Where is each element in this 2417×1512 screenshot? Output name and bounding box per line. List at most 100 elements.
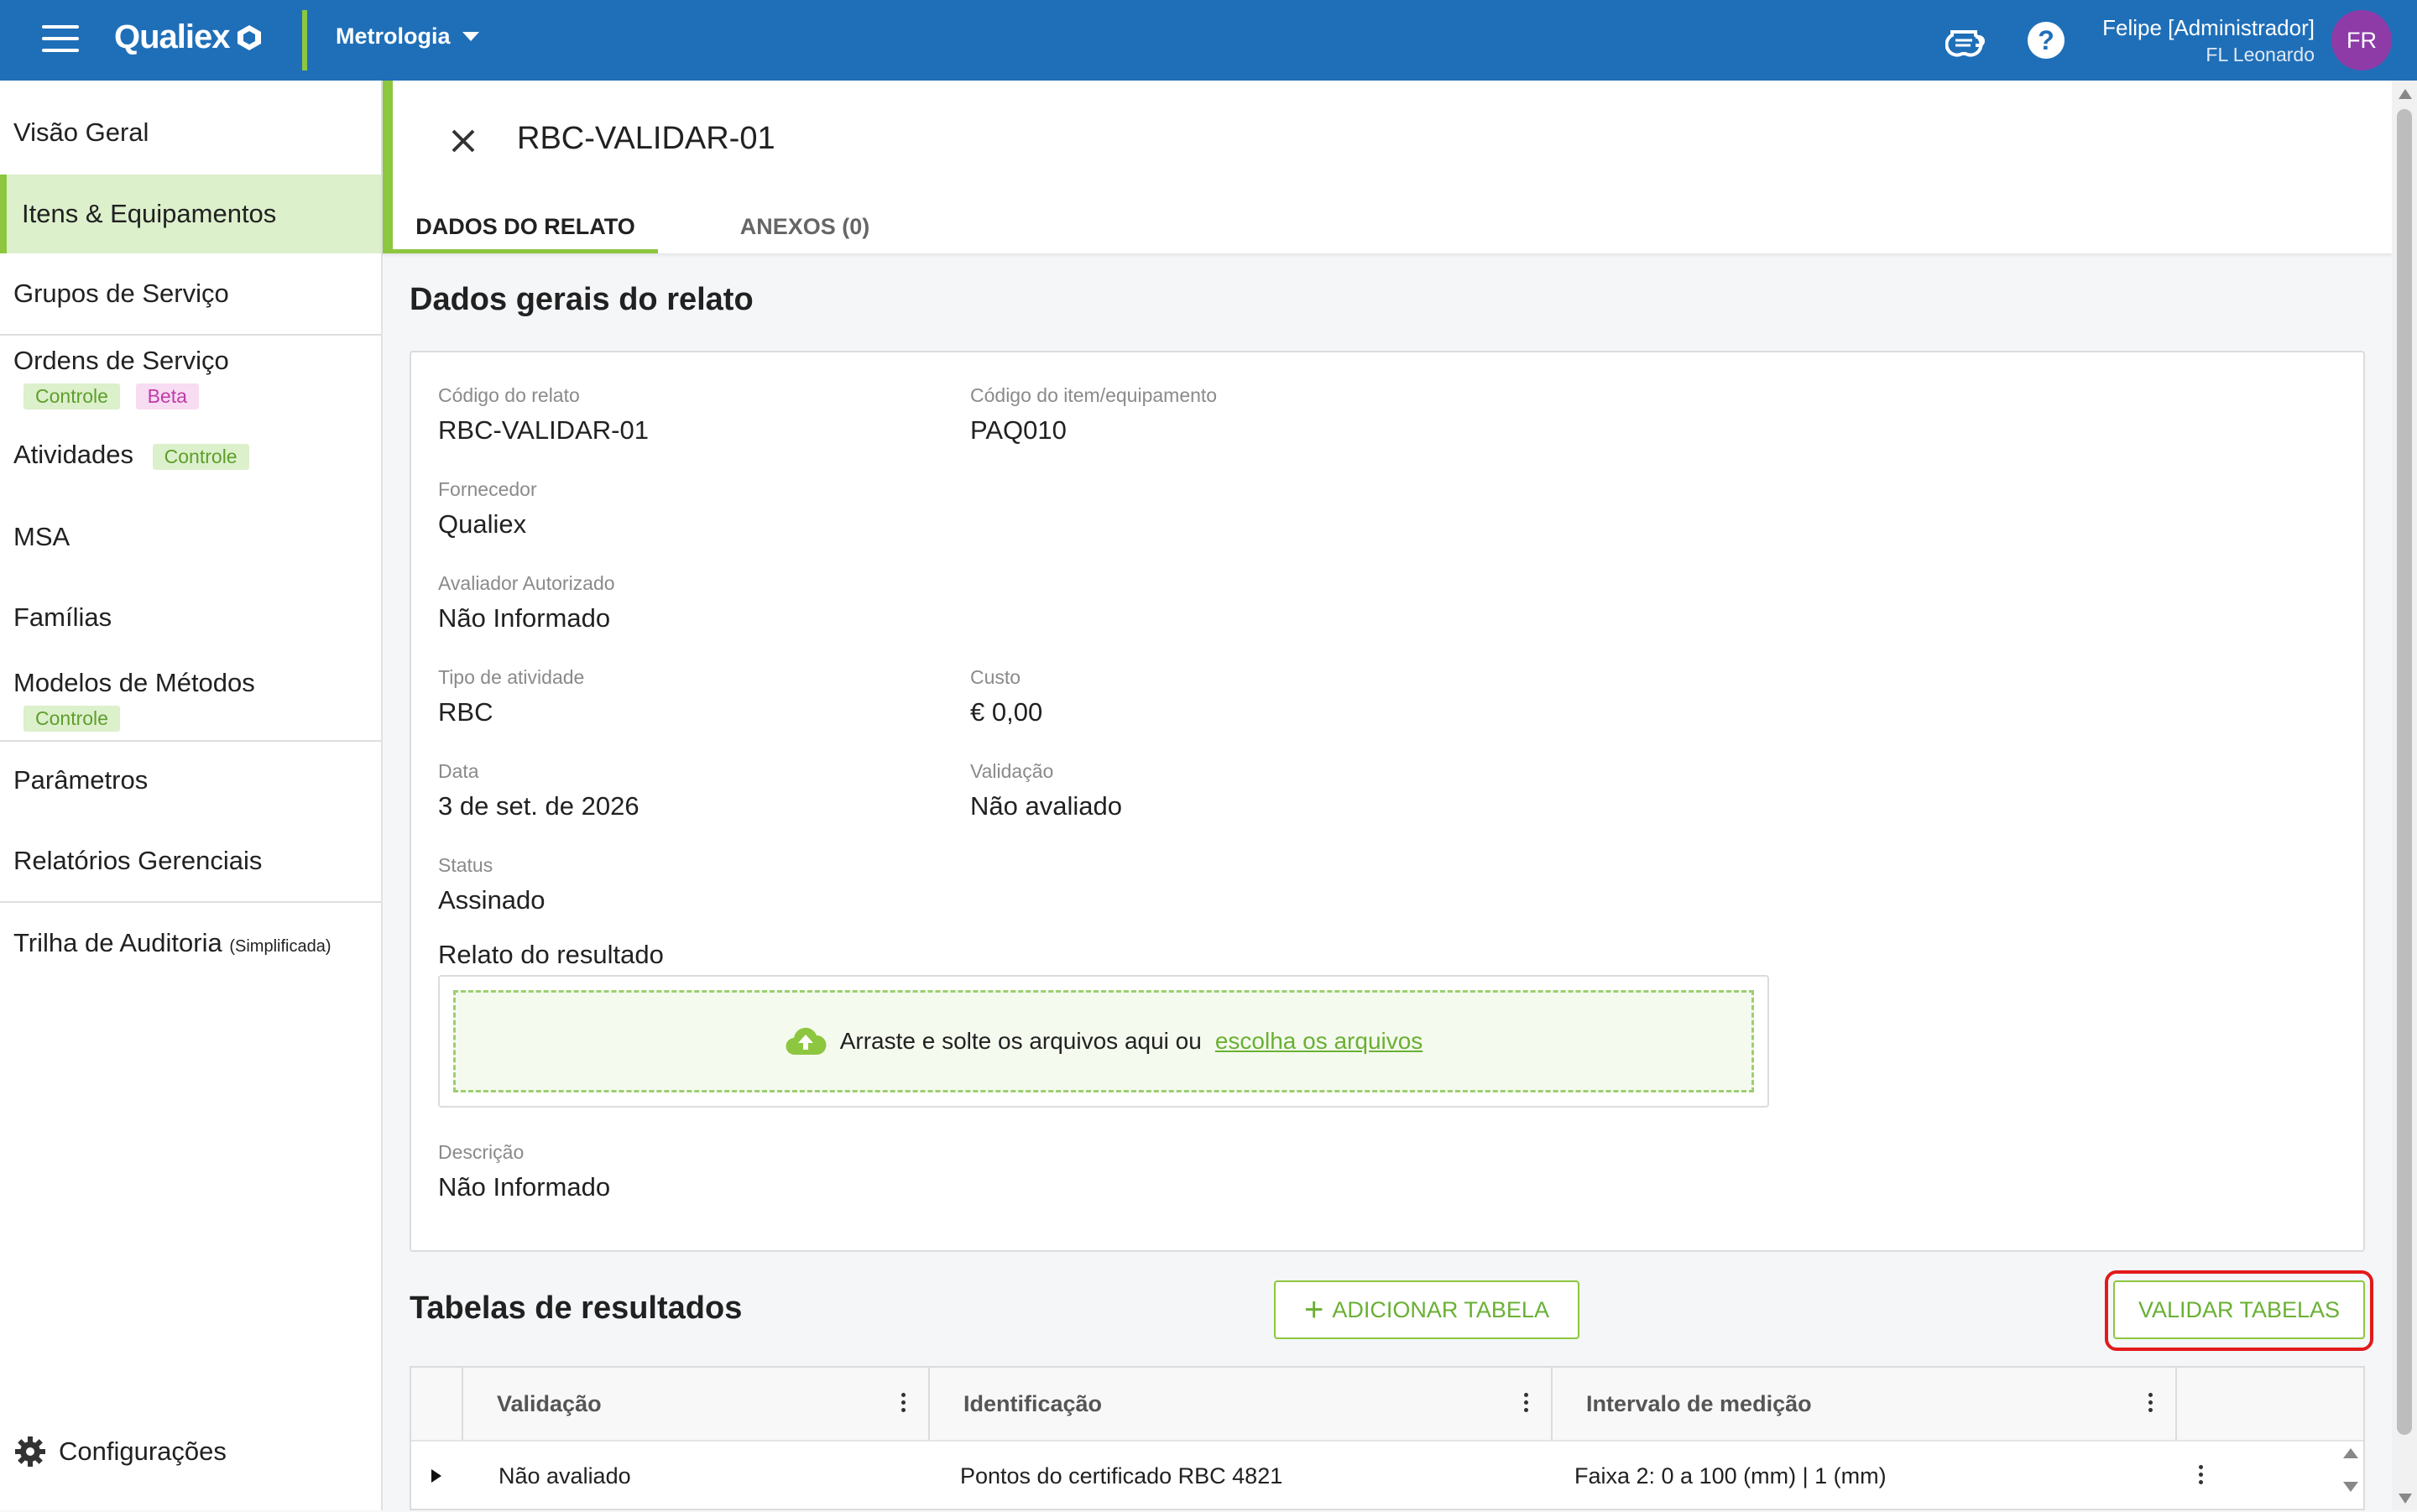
top-app-bar: Qualiex Metrologia ? Felipe [Administrad… xyxy=(0,0,2417,81)
sidebar-item-familias[interactable]: Famílias xyxy=(0,602,381,633)
sidebar-item-label: Trilha de Auditoria xyxy=(13,928,222,957)
tab-label: ANEXOS (0) xyxy=(739,214,870,239)
sidebar-item-trilha-auditoria[interactable]: Trilha de Auditoria (Simplificada) xyxy=(0,928,381,958)
column-label: Intervalo de medição xyxy=(1586,1390,1812,1416)
field-validacao: Validação Não avaliado xyxy=(970,760,1122,821)
page-scrollbar[interactable] xyxy=(2392,81,2417,1510)
field-label: Código do relato xyxy=(438,384,580,406)
field-custo: Custo € 0,00 xyxy=(970,666,1042,727)
field-codigo-relato: Código do relato RBC-VALIDAR-01 xyxy=(438,384,649,446)
field-data: Data 3 de set. de 2026 xyxy=(438,760,639,821)
expand-row-icon[interactable] xyxy=(430,1440,463,1512)
cell-intervalo: Faixa 2: 0 a 100 (mm) | 1 (mm) xyxy=(1574,1462,1887,1489)
sidebar-item-configuracoes[interactable]: Configurações xyxy=(13,1435,227,1468)
column-header-intervalo[interactable]: Intervalo de medição xyxy=(1553,1368,2177,1440)
column-menu-icon[interactable] xyxy=(2148,1393,2153,1416)
column-header-validacao[interactable]: Validação xyxy=(463,1368,930,1440)
section-title-tabelas: Tabelas de resultados xyxy=(410,1290,743,1326)
field-descricao: Descrição Não Informado xyxy=(438,1141,610,1202)
tab-dados-do-relato[interactable]: DADOS DO RELATO xyxy=(393,200,658,253)
hamburger-menu-icon[interactable] xyxy=(42,25,79,55)
sidebar-item-ordens-servico[interactable]: Ordens de Serviço Controle Beta xyxy=(0,346,381,409)
field-value: 3 de set. de 2026 xyxy=(438,791,639,821)
button-label: ADICIONAR TABELA xyxy=(1332,1296,1549,1322)
user-info[interactable]: Felipe [Administrador] FL Leonardo xyxy=(2102,15,2315,66)
sidebar-divider xyxy=(0,901,381,903)
scroll-down-icon[interactable] xyxy=(2399,1494,2412,1504)
column-label: Identificação xyxy=(963,1390,1103,1416)
tab-label: DADOS DO RELATO xyxy=(415,214,635,239)
column-header-identificacao[interactable]: Identificação xyxy=(930,1368,1553,1440)
app-name: Qualiex xyxy=(114,18,231,55)
file-dropzone[interactable]: Arraste e solte os arquivos aqui ou esco… xyxy=(453,990,1754,1092)
module-selector[interactable]: Metrologia xyxy=(336,23,479,50)
sidebar-item-msa[interactable]: MSA xyxy=(0,522,381,552)
actions-column-header xyxy=(2177,1368,2363,1440)
sidebar-item-parametros[interactable]: Parâmetros xyxy=(0,765,381,795)
column-menu-icon[interactable] xyxy=(901,1393,906,1416)
validate-tables-button[interactable]: VALIDAR TABELAS xyxy=(2113,1280,2365,1339)
button-label: VALIDAR TABELAS xyxy=(2138,1296,2341,1322)
expand-column-header xyxy=(411,1368,463,1440)
field-value: € 0,00 xyxy=(970,697,1043,727)
row-menu-icon[interactable] xyxy=(2199,1440,2232,1512)
beta-tag: Beta xyxy=(135,383,199,409)
field-label: Fornecedor xyxy=(438,478,537,500)
sidebar-item-grupos-servico[interactable]: Grupos de Serviço xyxy=(0,279,381,309)
scrollbar-thumb[interactable] xyxy=(2397,109,2412,1435)
user-name: Felipe [Administrador] xyxy=(2102,15,2315,40)
field-label: Custo xyxy=(970,666,1021,688)
sidebar: Visão Geral Itens & Equipamentos Grupos … xyxy=(0,81,383,1510)
field-label: Código do item/equipamento xyxy=(970,384,1218,406)
field-value: Não Informado xyxy=(438,603,611,633)
field-value: Não avaliado xyxy=(970,791,1122,821)
sidebar-item-label: Parâmetros xyxy=(13,765,149,795)
tab-anexos[interactable]: ANEXOS (0) xyxy=(712,200,898,253)
add-table-button[interactable]: + ADICIONAR TABELA xyxy=(1274,1280,1579,1339)
table-scroll-down-icon[interactable] xyxy=(2343,1482,2358,1492)
choose-files-link[interactable]: escolha os arquivos xyxy=(1215,1028,1423,1055)
module-label: Metrologia xyxy=(336,23,451,49)
field-codigo-item: Código do item/equipamento PAQ010 xyxy=(970,384,1217,446)
field-tipo-atividade: Tipo de atividade RBC xyxy=(438,666,584,727)
table-scroll-up-icon[interactable] xyxy=(2343,1448,2358,1458)
help-icon[interactable]: ? xyxy=(2028,22,2065,59)
sidebar-divider xyxy=(0,334,381,336)
sidebar-item-visao-geral[interactable]: Visão Geral xyxy=(0,117,381,148)
sidebar-item-label: Configurações xyxy=(59,1436,227,1466)
cell-validacao: Não avaliado xyxy=(499,1462,631,1489)
general-data-card: Código do relato RBC-VALIDAR-01 Código d… xyxy=(410,351,2365,1252)
sidebar-item-label: Atividades xyxy=(13,440,134,469)
avatar[interactable]: FR xyxy=(2331,10,2392,70)
column-label: Validação xyxy=(497,1390,602,1416)
field-avaliador: Avaliador Autorizado Não Informado xyxy=(438,572,615,633)
controle-tag: Controle xyxy=(23,706,120,732)
column-menu-icon[interactable] xyxy=(1524,1393,1529,1416)
field-label: Descrição xyxy=(438,1141,525,1163)
sidebar-item-modelos-metodos[interactable]: Modelos de Métodos Controle xyxy=(0,668,381,732)
app-logo[interactable]: Qualiex xyxy=(114,18,264,56)
dropzone-text: Arraste e solte os arquivos aqui ou xyxy=(839,1028,1202,1054)
sidebar-item-suffix: (Simplificada) xyxy=(229,937,331,956)
section-title-dados-gerais: Dados gerais do relato xyxy=(410,282,754,317)
sidebar-item-itens-equipamentos[interactable]: Itens & Equipamentos xyxy=(0,175,381,253)
logo-cube-icon xyxy=(237,24,261,50)
file-upload-box: Arraste e solte os arquivos aqui ou esco… xyxy=(438,975,1769,1108)
sidebar-item-relatorios-gerenciais[interactable]: Relatórios Gerenciais xyxy=(0,846,381,876)
scroll-up-icon[interactable] xyxy=(2399,89,2412,99)
field-label: Data xyxy=(438,760,479,782)
cell-identificacao: Pontos do certificado RBC 4821 xyxy=(960,1462,1283,1489)
relato-resultado-title: Relato do resultado xyxy=(438,940,664,969)
sidebar-item-label: Modelos de Métodos xyxy=(13,668,255,697)
chevron-down-icon xyxy=(462,32,479,41)
plus-icon: + xyxy=(1304,1291,1324,1328)
sidebar-item-label: Famílias xyxy=(13,602,112,632)
close-icon[interactable] xyxy=(445,123,482,159)
field-value: Não Informado xyxy=(438,1172,611,1202)
sidebar-item-atividades[interactable]: Atividades Controle xyxy=(0,440,381,470)
field-label: Status xyxy=(438,854,493,876)
coffee-cup-icon[interactable] xyxy=(1945,23,1986,59)
page-title: RBC-VALIDAR-01 xyxy=(517,121,775,156)
gear-icon xyxy=(15,1436,45,1467)
controle-tag: Controle xyxy=(152,444,249,470)
